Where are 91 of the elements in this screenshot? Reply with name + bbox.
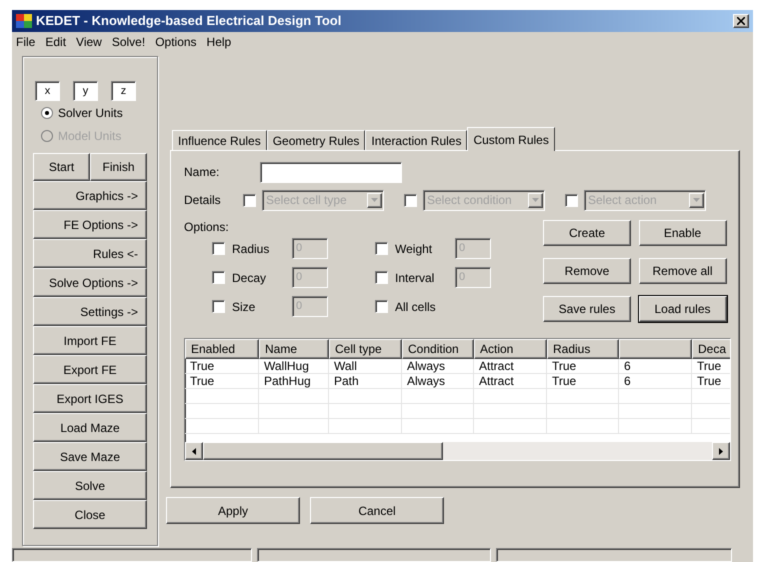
option-label: Radius [232, 240, 270, 258]
menu-item[interactable]: Solve! [112, 33, 146, 51]
button[interactable]: Load rules [638, 296, 726, 322]
coordinate-field[interactable]: y [73, 81, 98, 101]
button[interactable]: Cancel [310, 497, 444, 524]
table-cell: True [547, 374, 619, 389]
empty-cell [547, 404, 619, 419]
table-cell: True [185, 359, 259, 374]
radio-button[interactable] [41, 107, 53, 119]
button[interactable]: Solve [33, 471, 147, 500]
empty-cell [259, 389, 329, 404]
option-label: Size [232, 298, 256, 316]
button[interactable]: Settings -> [33, 297, 147, 326]
column-header[interactable]: Enabled [185, 339, 259, 359]
empty-cell [402, 389, 474, 404]
button[interactable]: Remove [543, 258, 632, 284]
button[interactable]: Rules <- [33, 239, 147, 268]
menu-item[interactable]: Edit [45, 33, 66, 51]
coordinate-field[interactable]: z [111, 81, 136, 101]
dropdown-arrow-icon [693, 198, 700, 202]
table-cell: True [692, 374, 730, 389]
menu-item[interactable]: File [16, 33, 36, 51]
table-cell: Always [402, 359, 474, 374]
table-cell: Attract [474, 374, 547, 389]
button[interactable]: Import FE [33, 326, 147, 355]
option-label: Decay [232, 270, 268, 286]
column-header[interactable] [619, 339, 692, 359]
field-label: Details [184, 192, 222, 209]
dropdown-arrow-icon [371, 198, 378, 202]
button[interactable]: Close [33, 500, 147, 529]
column-header[interactable]: Action [474, 339, 547, 359]
menu-item[interactable]: Help [206, 33, 232, 51]
button[interactable]: Remove all [638, 258, 726, 284]
dropdown-arrow-icon [532, 198, 539, 202]
button[interactable]: Create [543, 220, 632, 246]
table-cell: 6 [619, 359, 692, 374]
button[interactable]: Export IGES [33, 384, 147, 413]
empty-cell [547, 419, 619, 434]
menu-item[interactable]: View [76, 33, 102, 51]
column-header[interactable]: Cell type [329, 339, 402, 359]
column-header[interactable]: Radius [547, 339, 619, 359]
button[interactable]: Enable [638, 220, 726, 246]
table-cell: PathHug [259, 374, 329, 389]
field-label: Name: [184, 164, 220, 181]
empty-cell [547, 389, 619, 404]
empty-cell [259, 419, 329, 434]
button[interactable]: Export FE [33, 355, 147, 384]
app-icon [16, 14, 32, 28]
tab[interactable]: Interaction Rules [365, 130, 468, 150]
close-button[interactable] [733, 14, 749, 28]
close-icon [737, 17, 745, 25]
horizontal-scrollbar[interactable] [185, 442, 730, 460]
checkbox[interactable] [375, 300, 388, 313]
button[interactable]: Save Maze [33, 442, 147, 471]
radio-label: Solver Units [58, 105, 123, 122]
menu-item[interactable]: Options [155, 33, 197, 51]
option-label: Weight [395, 240, 434, 258]
column-header[interactable]: Name [259, 339, 329, 359]
button[interactable]: Load Maze [33, 413, 147, 442]
button[interactable]: FE Options -> [33, 210, 147, 239]
scroll-right-icon [719, 448, 723, 454]
name-field[interactable] [260, 162, 402, 182]
empty-cell [402, 419, 474, 434]
table-cell: Path [329, 374, 402, 389]
empty-cell [259, 404, 329, 419]
tab[interactable]: Custom Rules [467, 127, 555, 151]
section-label: Options: [184, 219, 230, 234]
table-cell: Attract [474, 359, 547, 374]
button[interactable]: Apply [166, 497, 300, 524]
table-cell: True [692, 359, 730, 374]
tab[interactable]: Geometry Rules [266, 130, 366, 150]
tab[interactable]: Influence Rules [172, 130, 267, 150]
button[interactable]: Save rules [543, 296, 632, 322]
table-cell: 6 [619, 374, 692, 389]
option-label: All cells [395, 298, 437, 316]
table-cell: WallHug [259, 359, 329, 374]
button[interactable]: Solve Options -> [33, 268, 147, 297]
window-title: KEDET - Knowledge-based Electrical Design Tool [36, 12, 342, 30]
table-cell: Wall [329, 359, 402, 374]
coordinate-field[interactable]: x [35, 81, 60, 101]
column-header[interactable]: Deca [692, 339, 730, 359]
button[interactable]: Finish [90, 153, 147, 181]
button[interactable]: Start [33, 153, 90, 181]
column-header[interactable]: Condition [402, 339, 474, 359]
empty-cell [402, 404, 474, 419]
table-cell: True [185, 374, 259, 389]
scroll-left-icon [192, 448, 196, 454]
table-cell: True [547, 359, 619, 374]
button[interactable]: Graphics -> [33, 181, 147, 210]
option-label: Interval [395, 270, 436, 286]
table-cell: Always [402, 374, 474, 389]
